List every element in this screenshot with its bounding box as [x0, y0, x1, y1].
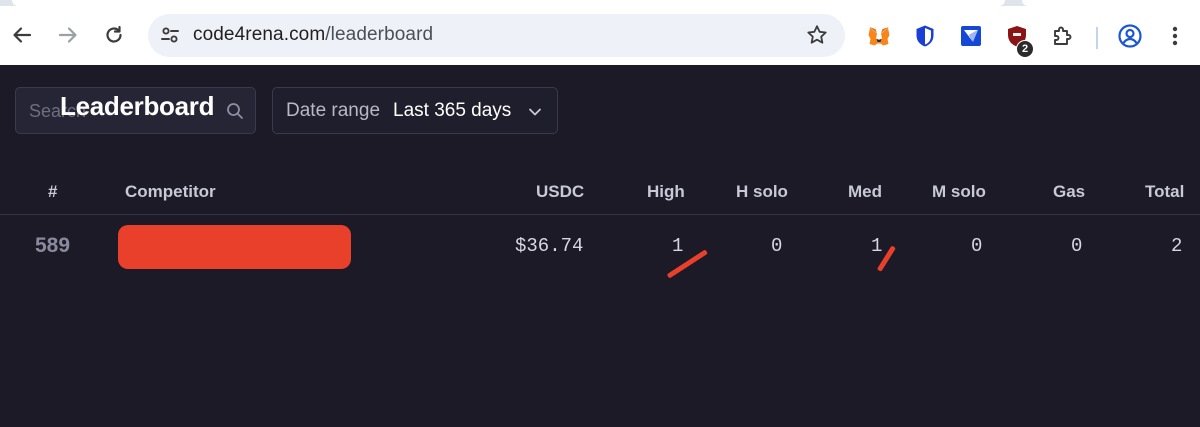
browser-toolbar: code4rena.com/leaderboard 2	[0, 6, 1200, 65]
reload-button[interactable]	[98, 19, 130, 51]
column-header-gas[interactable]: Gas	[1053, 182, 1085, 202]
date-range-label: Date range	[286, 100, 381, 121]
column-header-total[interactable]: Total	[1145, 182, 1184, 202]
column-header-med[interactable]: Med	[848, 182, 882, 202]
row-total: 2	[1171, 235, 1183, 257]
metamask-fox-icon	[868, 27, 890, 46]
site-settings-icon[interactable]	[158, 23, 182, 47]
wallet-extension-icon	[961, 26, 981, 46]
bookmark-star-icon[interactable]	[805, 23, 829, 47]
browser-menu-button[interactable]	[1162, 23, 1188, 49]
extensions-button[interactable]	[1050, 23, 1076, 49]
column-header-high[interactable]: High	[647, 182, 685, 202]
search-icon	[227, 103, 243, 119]
forward-button[interactable]	[52, 19, 84, 51]
row-h-solo: 0	[771, 235, 783, 257]
row-m-solo: 0	[971, 235, 983, 257]
row-gas: 0	[1071, 235, 1083, 257]
column-header-rank[interactable]: #	[48, 182, 57, 202]
forward-arrow-icon	[58, 27, 77, 43]
column-header-competitor[interactable]: Competitor	[125, 182, 216, 202]
kebab-menu-icon	[1172, 26, 1178, 46]
date-range-value: Last 365 days	[393, 100, 512, 121]
url-domain: code4rena.com	[193, 24, 326, 45]
extension-badge: 2	[1016, 40, 1034, 58]
metamask-extension[interactable]	[866, 23, 892, 49]
header-divider	[0, 214, 1200, 215]
page-title: Leaderboard	[60, 91, 215, 121]
row-usdc: $36.74	[515, 235, 584, 257]
wallet-extension[interactable]	[958, 23, 984, 49]
shield-extension[interactable]	[912, 23, 938, 49]
profile-icon	[1118, 24, 1142, 48]
row-med: 1	[871, 235, 883, 257]
toolbar-separator	[1096, 27, 1098, 49]
back-button[interactable]	[6, 19, 38, 51]
reload-icon	[106, 25, 122, 43]
date-range-select[interactable]: Date range Last 365 days	[272, 87, 558, 134]
back-arrow-icon	[13, 27, 32, 43]
address-bar[interactable]: code4rena.com/leaderboard	[148, 14, 845, 57]
column-header-m-solo[interactable]: M solo	[932, 182, 986, 202]
profile-button[interactable]	[1117, 23, 1143, 49]
redacted-competitor-name	[118, 225, 351, 269]
puzzle-extensions-icon	[1054, 26, 1072, 45]
chevron-down-icon	[529, 108, 541, 116]
url-path: /leaderboard	[325, 24, 434, 45]
column-header-h-solo[interactable]: H solo	[736, 182, 788, 202]
row-rank: 589	[35, 234, 71, 257]
url-text[interactable]: code4rena.com/leaderboard	[193, 24, 433, 46]
column-header-usdc[interactable]: USDC	[536, 182, 584, 202]
shield-icon	[916, 25, 934, 47]
row-high: 1	[672, 235, 684, 257]
